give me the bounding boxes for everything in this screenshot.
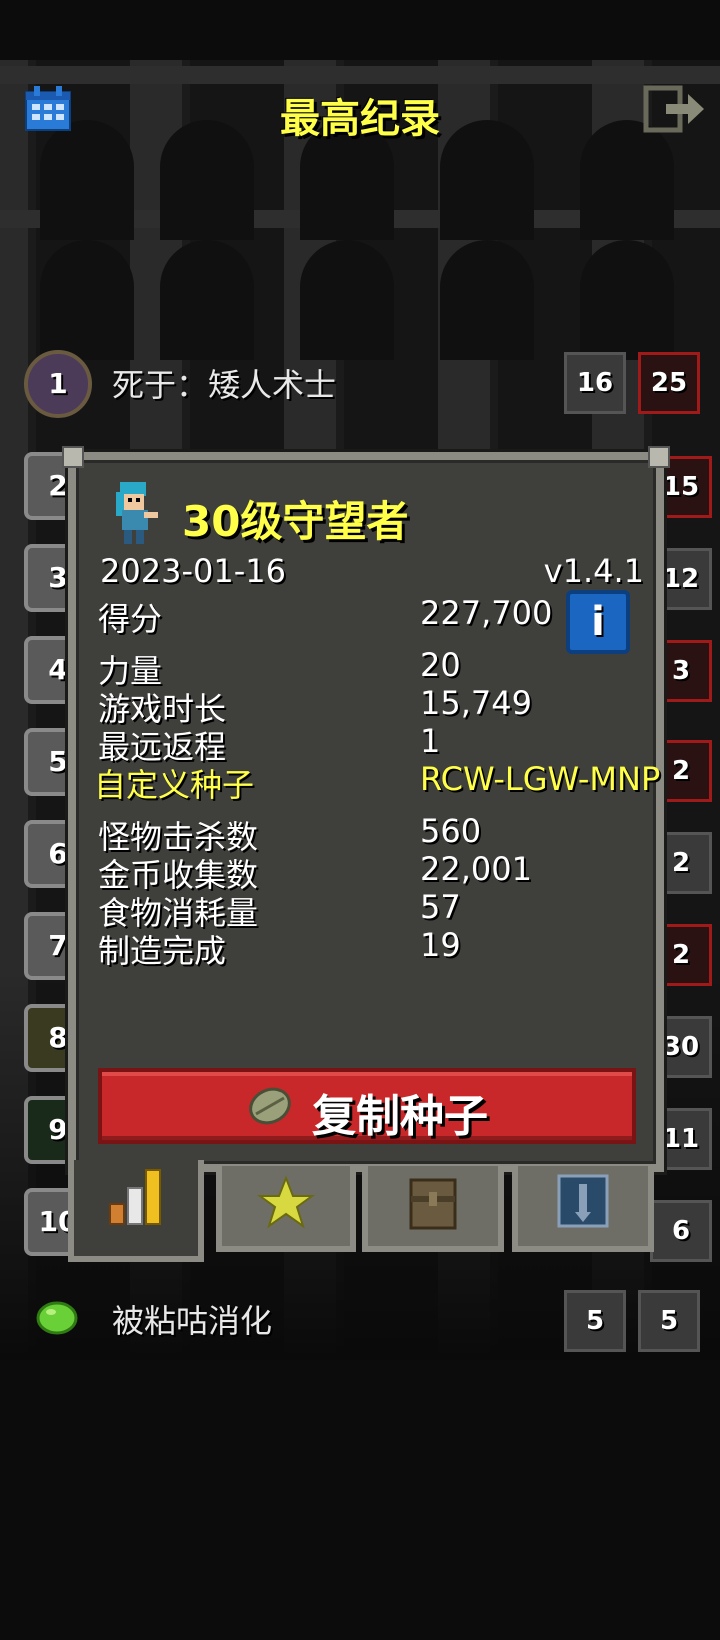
depth-chip: 16: [564, 352, 626, 414]
stat-label: 得分: [98, 600, 163, 638]
stat-row-gold: 金币收集数 22,001: [98, 850, 638, 894]
dialog-corner: [648, 446, 670, 468]
ranking-row-1[interactable]: 1 死于：矮人术士 16 25: [0, 350, 720, 430]
record-date: 2023-01-16: [100, 552, 286, 590]
tab-stats[interactable]: [68, 1160, 204, 1262]
copy-seed-label: 复制种子: [312, 1091, 488, 1142]
copy-seed-button[interactable]: 复制种子: [98, 1068, 636, 1144]
stat-row-duration: 游戏时长 15,749: [98, 684, 638, 728]
backpack-icon: [403, 1172, 463, 1232]
huntress-warden-icon: [106, 480, 160, 548]
tab-badges[interactable]: [216, 1166, 356, 1252]
page-title: 最高纪录: [280, 96, 440, 142]
game-version: v1.4.1: [543, 552, 644, 590]
stats-bars-icon: [106, 1166, 166, 1226]
seed-icon: [246, 1084, 294, 1128]
stat-row-crafted: 制造完成 19: [98, 926, 638, 970]
badge-star-icon: [256, 1172, 316, 1232]
stat-value: 227,700: [420, 594, 553, 632]
stat-row-strength: 力量 20: [98, 646, 638, 690]
stat-row-ascent: 最远返程 1: [98, 722, 638, 766]
death-cause: 被粘咕消化: [112, 1302, 273, 1340]
hero-title: 30级守望者: [182, 497, 409, 546]
level-chip: 5: [638, 1290, 700, 1352]
stat-value: 560: [420, 812, 482, 850]
stat-value: 22,001: [420, 850, 532, 888]
exit-icon[interactable]: [642, 84, 706, 134]
background-band: [0, 66, 720, 84]
stat-row-kills: 怪物击杀数 560: [98, 812, 638, 856]
stat-value: RCW-LGW-MNP: [420, 760, 661, 798]
stat-label: 自定义种子: [94, 766, 255, 804]
tab-inventory[interactable]: [362, 1166, 504, 1252]
tab-challenges[interactable]: [512, 1166, 654, 1252]
stat-value: 19: [420, 926, 461, 964]
stat-row-custom-seed: 自定义种子 RCW-LGW-MNP: [94, 760, 660, 804]
stat-row-score: 得分 227,700: [98, 594, 638, 638]
background-arch: [40, 240, 134, 360]
background-arch: [580, 240, 674, 360]
dialog-corner: [62, 446, 84, 468]
goo-blob-icon: [36, 1300, 78, 1336]
background-arch: [160, 240, 254, 360]
rank-badge: 1: [24, 350, 92, 418]
stat-row-food: 食物消耗量 57: [98, 888, 638, 932]
death-cause: 死于：矮人术士: [112, 366, 337, 404]
level-chip: 25: [638, 352, 700, 414]
ranking-row-last[interactable]: 被粘咕消化 5 5: [0, 1286, 720, 1366]
challenges-icon: [553, 1172, 613, 1232]
level-chip: 6: [650, 1200, 712, 1262]
depth-chip: 5: [564, 1290, 626, 1352]
record-details-dialog: 30级守望者 2023-01-16 v1.4.1 i 得分 227,700 力量…: [62, 446, 670, 1172]
stat-value: 1: [420, 722, 441, 760]
stat-value: 20: [420, 646, 461, 684]
background-arch: [440, 240, 534, 360]
stat-label: 制造完成: [98, 932, 227, 970]
stat-value: 57: [420, 888, 461, 926]
background-arch: [300, 240, 394, 360]
stat-value: 15,749: [420, 684, 532, 722]
